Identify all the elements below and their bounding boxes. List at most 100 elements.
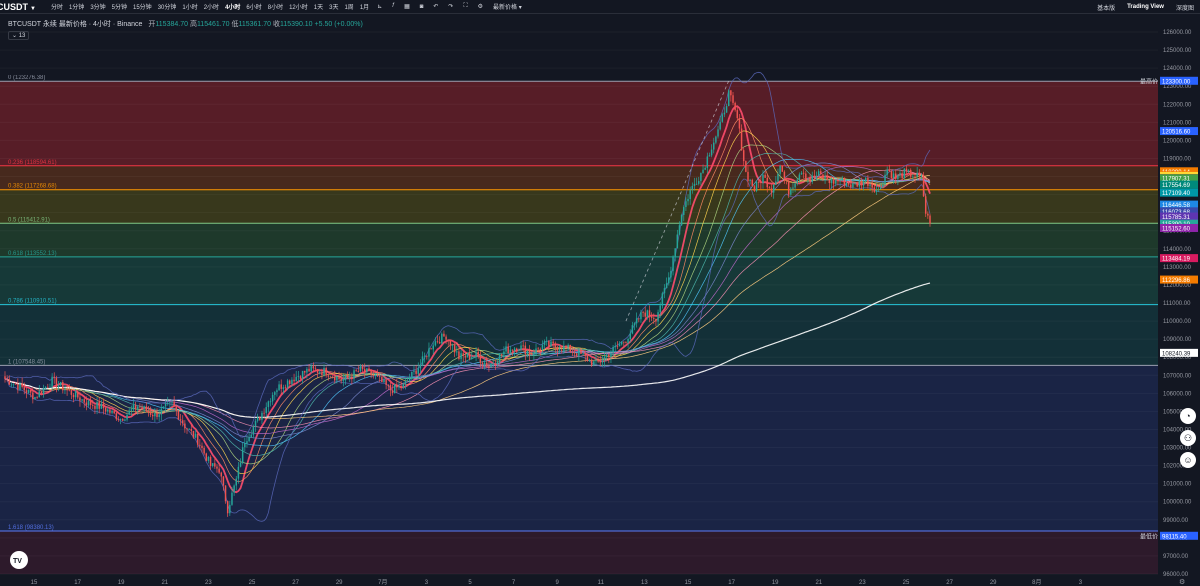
view-mode-0[interactable]: 基本版 [1091, 3, 1121, 12]
fullscreen-icon[interactable]: ⛶ [458, 3, 472, 10]
candle-body [312, 366, 315, 369]
candle-body [676, 234, 679, 249]
fib-zone [0, 223, 1158, 257]
candle-body [181, 420, 184, 424]
candle-body [837, 180, 839, 182]
axis-settings-icon[interactable]: ⚙ [1179, 578, 1185, 586]
candle-body [909, 169, 912, 177]
candle-body [473, 356, 475, 358]
candle-body [293, 379, 295, 382]
timeframe-9[interactable]: 6小时 [243, 2, 264, 11]
price-chart[interactable]: 0 (123276.38) 0.236 (118594.61) 0.382 (117… [0, 14, 1200, 586]
indicator-toggle[interactable]: ⌄ 13 [8, 31, 30, 40]
candle-body [513, 348, 516, 351]
price-axis-tick: 124000.00 [1163, 66, 1192, 72]
candle-body [725, 106, 728, 113]
candle-body [603, 356, 606, 361]
candle-body [256, 417, 259, 421]
price-axis-tick: 110000.00 [1163, 319, 1192, 325]
candle-body [280, 384, 282, 389]
candle-body [706, 156, 709, 168]
candle-body [813, 175, 816, 178]
candle-body [338, 376, 340, 379]
candle-body [381, 376, 383, 383]
object-tree-icon[interactable]: ⚇ [1180, 430, 1196, 446]
price-axis-tick: 106000.00 [1163, 391, 1192, 397]
candle-body [451, 344, 454, 346]
timeframe-0[interactable]: 分时 [48, 2, 66, 11]
candle-body [914, 176, 916, 178]
price-label: 112296.86 [1162, 278, 1191, 284]
candle-body [642, 312, 644, 313]
candle-body [329, 376, 332, 378]
price-tag-label: 最高价 [1140, 77, 1158, 85]
candle-body [346, 375, 349, 378]
camera-icon[interactable]: ◙ [415, 4, 429, 10]
price-axis-tick: 125000.00 [1163, 48, 1192, 54]
candle-body [832, 179, 835, 184]
candle-body [800, 172, 803, 175]
candle-body [631, 325, 634, 334]
candle-body [505, 346, 507, 352]
candle-body [880, 187, 882, 189]
redo-icon[interactable]: ↷ [443, 3, 458, 10]
candle-body [415, 370, 417, 374]
timeframe-2[interactable]: 3分钟 [87, 2, 108, 11]
candle-body [29, 389, 32, 393]
low-value: 115361.70 [238, 21, 272, 28]
timeframe-15[interactable]: 1月 [357, 2, 372, 11]
candle-body [715, 136, 717, 143]
undo-icon[interactable]: ↶ [428, 3, 443, 10]
candle-body [854, 182, 856, 184]
candle-body [201, 445, 203, 448]
timeframe-5[interactable]: 30分钟 [155, 2, 180, 11]
timeframe-12[interactable]: 1天 [311, 2, 326, 11]
candle-body [109, 409, 111, 413]
view-mode-1[interactable]: Trading View [1121, 4, 1170, 10]
candle-body [372, 375, 375, 376]
candle-body [269, 401, 272, 403]
timeframe-10[interactable]: 8小时 [265, 2, 286, 11]
price-mode-select[interactable]: 最新价格 ▾ [488, 2, 527, 11]
candle-body [616, 345, 619, 347]
candle-body [286, 380, 289, 388]
candle-body [248, 437, 250, 442]
candle-body [468, 353, 471, 359]
time-axis-tick: 19 [772, 580, 779, 586]
template-icon[interactable]: ▦ [399, 3, 415, 10]
candle-body [850, 184, 852, 188]
candle-body [528, 350, 531, 355]
candle-body [869, 184, 871, 186]
settings-icon[interactable]: ⚙ [473, 3, 488, 10]
symbol-selector[interactable]: CUSDT ▼ [0, 2, 36, 12]
candle-body [498, 353, 501, 363]
chart-type-icon[interactable]: ⊾ [372, 3, 387, 10]
candle-body [650, 316, 653, 318]
timeframe-8[interactable]: 4小时 [222, 2, 243, 11]
timeframe-4[interactable]: 15分钟 [130, 2, 155, 11]
close-value: 115390.10 [280, 21, 313, 28]
candle-body [732, 95, 734, 103]
timeframe-6[interactable]: 1小时 [179, 2, 200, 11]
chat-icon[interactable]: ☺ [1180, 452, 1196, 468]
candle-body [871, 184, 873, 188]
candle-body [535, 348, 537, 355]
timeframe-1[interactable]: 1分钟 [66, 2, 87, 11]
candle-body [530, 354, 533, 356]
candle-body [779, 165, 781, 174]
candle-body [220, 472, 223, 477]
timeframe-11[interactable]: 12小时 [286, 2, 311, 11]
candle-body [790, 188, 792, 195]
candle-body [306, 368, 308, 373]
timeframe-13[interactable]: 3天 [326, 2, 341, 11]
timeframe-3[interactable]: 5分钟 [109, 2, 130, 11]
timeframe-7[interactable]: 2小时 [201, 2, 222, 11]
alert-icon[interactable]: ◔ [1180, 408, 1196, 424]
view-mode-2[interactable]: 深度图 [1170, 3, 1200, 12]
indicator-icon[interactable]: 𝑓 [387, 3, 399, 10]
candle-body [419, 364, 422, 369]
candle-body [368, 368, 370, 370]
candle-body [757, 181, 760, 183]
timeframe-14[interactable]: 1周 [341, 2, 356, 11]
candle-body [66, 389, 68, 391]
